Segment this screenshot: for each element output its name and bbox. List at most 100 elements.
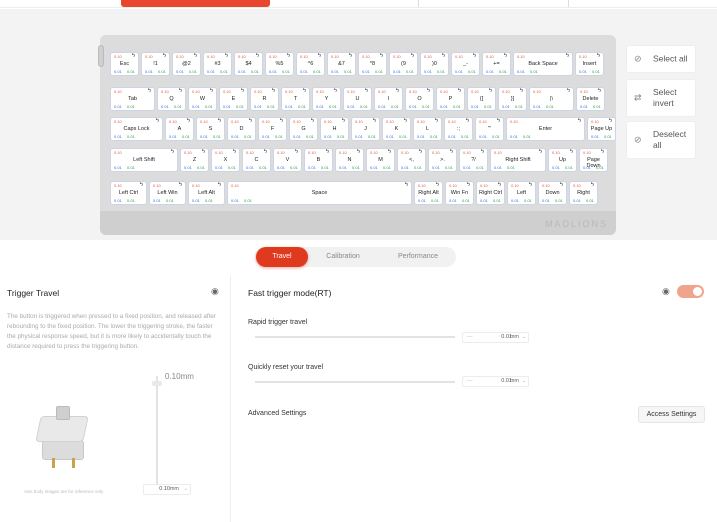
keyboard-notch bbox=[98, 45, 104, 67]
eye-icon[interactable]: ◉ bbox=[211, 286, 219, 297]
key[interactable]: 0.10 ϟ Right Ctrl 0.01 0.01 bbox=[476, 181, 505, 205]
key[interactable]: 0.10 ϟ |\ 0.01 0.01 bbox=[529, 87, 574, 111]
key[interactable]: 0.10 ϟ O 0.01 0.01 bbox=[405, 87, 434, 111]
key[interactable]: 0.10 ϟ _- 0.01 0.01 bbox=[451, 52, 480, 76]
key[interactable]: 0.10 ϟ L 0.01 0.01 bbox=[413, 117, 442, 141]
key[interactable]: 0.10 ϟ Left Shift 0.01 0.01 bbox=[110, 148, 178, 172]
key[interactable]: 0.10 ϟ !1 0.01 0.01 bbox=[141, 52, 170, 76]
key[interactable]: 0.10 ϟ F 0.01 0.01 bbox=[258, 117, 287, 141]
key[interactable]: 0.10 ϟ Page Down 0.01 0.01 bbox=[579, 148, 608, 172]
key-row: 0.10 ϟ Left Ctrl 0.01 0.01 0.10 ϟ Left Win 0.01 0… bbox=[110, 181, 610, 205]
key[interactable]: 0.10 ϟ M 0.01 0.01 bbox=[366, 148, 395, 172]
key[interactable]: 0.10 ϟ += 0.01 0.01 bbox=[482, 52, 511, 76]
key[interactable]: 0.10 ϟ I 0.01 0.01 bbox=[374, 87, 403, 111]
key[interactable]: 0.10 ϟ Left Alt 0.01 0.01 bbox=[188, 181, 225, 205]
key[interactable]: 0.10 ϟ J 0.01 0.01 bbox=[351, 117, 380, 141]
key[interactable]: 0.10 ϟ K 0.01 0.01 bbox=[382, 117, 411, 141]
key[interactable]: 0.10 ϟ Win Fn 0.01 0.01 bbox=[445, 181, 474, 205]
key-label: Space bbox=[311, 190, 328, 196]
key[interactable]: 0.10 ϟ Page Up 0.01 0.01 bbox=[587, 117, 616, 141]
key[interactable]: 0.10 ϟ Back Space 0.01 0.01 bbox=[513, 52, 573, 76]
bolt-icon: ϟ bbox=[131, 53, 135, 59]
deselect-all-button[interactable]: ⊘ Deselect all bbox=[626, 121, 696, 159]
rapid-trigger-input[interactable]: — 0.01 mm ⌄ bbox=[462, 332, 529, 343]
key-label: !1 bbox=[153, 61, 158, 67]
key[interactable]: 0.10 ϟ @2 0.01 0.01 bbox=[172, 52, 201, 76]
key-label: Esc bbox=[119, 61, 130, 67]
travel-slider-track[interactable] bbox=[156, 376, 158, 484]
key[interactable]: 0.10 ϟ Right 0.01 0.01 bbox=[569, 181, 598, 205]
travel-slider-handle[interactable] bbox=[152, 381, 162, 386]
key[interactable]: 0.10 ϟ:; 0.01 0.01 bbox=[444, 117, 473, 141]
key[interactable]: 0.10 ϟ V 0.01 0.01 bbox=[273, 148, 302, 172]
bolt-icon: ϟ bbox=[449, 149, 453, 155]
key[interactable]: 0.10 ϟ B 0.01 0.01 bbox=[304, 148, 333, 172]
key[interactable]: 0.10 ϟ{[0.01 0.01 bbox=[467, 87, 496, 111]
access-settings-button[interactable]: Access Settings bbox=[638, 406, 705, 423]
key[interactable]: 0.10 ϟ &7 0.01 0.01 bbox=[327, 52, 356, 76]
key[interactable]: 0.10 ϟ P 0.01 0.01 bbox=[436, 87, 465, 111]
key[interactable]: 0.10 ϟ E 0.01 0.01 bbox=[219, 87, 248, 111]
key[interactable]: 0.10 ϟ "' 0.01 0.01 bbox=[475, 117, 504, 141]
key[interactable]: 0.10 ϟ Right Shift 0.01 0.01 bbox=[490, 148, 546, 172]
key[interactable]: 0.10 ϟ Left 0.01 0.01 bbox=[507, 181, 536, 205]
key[interactable]: 0.10 ϟ Caps Lock 0.01 0.01 bbox=[110, 117, 163, 141]
key[interactable]: 0.10 ϟ Down 0.01 0.01 bbox=[538, 181, 567, 205]
travel-value-input[interactable]: 0.10 mm ⌄ bbox=[143, 484, 191, 495]
tab-calibration[interactable]: Calibration bbox=[313, 247, 373, 267]
select-all-button[interactable]: ⊘ Select all bbox=[626, 45, 696, 73]
select-invert-button[interactable]: ⇄ Select invert bbox=[626, 79, 696, 117]
key[interactable]: 0.10 ϟ Tab 0.01 0.01 bbox=[110, 87, 155, 111]
key[interactable]: 0.10 ϟ N 0.01 0.01 bbox=[335, 148, 364, 172]
key[interactable]: 0.10 ϟ (9 0.01 0.01 bbox=[389, 52, 418, 76]
key[interactable]: 0.10 ϟ Space 0.01 0.01 bbox=[227, 181, 412, 205]
key[interactable]: 0.10 ϟ G 0.01 0.01 bbox=[289, 117, 318, 141]
key[interactable]: 0.10 ϟ Z 0.01 0.01 bbox=[180, 148, 209, 172]
key[interactable]: 0.10 ϟ Enter 0.01 0.01 bbox=[506, 117, 585, 141]
key-label: U bbox=[355, 96, 360, 102]
key[interactable]: 0.10 ϟ Esc 0.01 0.01 bbox=[110, 52, 139, 76]
bolt-icon: ϟ bbox=[186, 118, 190, 124]
key[interactable]: 0.10 ϟ >. 0.01 0.01 bbox=[428, 148, 457, 172]
tab-travel[interactable]: Travel bbox=[256, 247, 308, 267]
key[interactable]: 0.10 ϟ Y 0.01 0.01 bbox=[312, 87, 341, 111]
key[interactable]: 0.10 ϟ %5 0.01 0.01 bbox=[265, 52, 294, 76]
key-label: N bbox=[347, 157, 352, 163]
key-label: ^6 bbox=[307, 61, 314, 67]
key[interactable]: 0.10 ϟ Up 0.01 0.01 bbox=[548, 148, 577, 172]
key-label: Z bbox=[192, 157, 197, 163]
key[interactable]: 0.10 ϟ}] 0.01 0.01 bbox=[498, 87, 527, 111]
bolt-icon: ϟ bbox=[608, 118, 612, 124]
key[interactable]: 0.10 ϟ S 0.01 0.01 bbox=[196, 117, 225, 141]
key[interactable]: 0.10 ϟ $4 0.01 0.01 bbox=[234, 52, 263, 76]
key[interactable]: 0.10 ϟ X 0.01 0.01 bbox=[211, 148, 240, 172]
key[interactable]: 0.10 ϟ *8 0.01 0.01 bbox=[358, 52, 387, 76]
key[interactable]: 0.10 ϟ <, 0.01 0.01 bbox=[397, 148, 426, 172]
reset-travel-input[interactable]: — 0.01 mm ⌄ bbox=[462, 376, 529, 387]
key[interactable]: 0.10 ϟ C 0.01 0.01 bbox=[242, 148, 271, 172]
active-nav-tab[interactable] bbox=[121, 0, 270, 7]
key[interactable]: 0.10 ϟ U 0.01 0.01 bbox=[343, 87, 372, 111]
rt-toggle[interactable] bbox=[677, 285, 704, 298]
eye-icon[interactable]: ◉ bbox=[662, 286, 670, 297]
key[interactable]: 0.10 ϟ W 0.01 0.01 bbox=[188, 87, 217, 111]
reset-travel-slider[interactable] bbox=[255, 381, 455, 383]
key[interactable]: 0.10 ϟ D 0.01 0.01 bbox=[227, 117, 256, 141]
rapid-trigger-slider[interactable] bbox=[255, 336, 455, 338]
key[interactable]: 0.10 ϟ)0 0.01 0.01 bbox=[420, 52, 449, 76]
tab-performance[interactable]: Performance bbox=[385, 247, 451, 267]
key[interactable]: 0.10 ϟ Insert 0.01 0.01 bbox=[575, 52, 604, 76]
key[interactable]: 0.10 ϟ Right Alt 0.01 0.01 bbox=[414, 181, 443, 205]
key[interactable]: 0.10 ϟ ?/0.01 0.01 bbox=[459, 148, 488, 172]
key[interactable]: 0.10 ϟ Q 0.01 0.01 bbox=[157, 87, 186, 111]
key[interactable]: 0.10 ϟ Left Win 0.01 0.01 bbox=[149, 181, 186, 205]
key-label: %5 bbox=[275, 61, 284, 67]
key[interactable]: 0.10 ϟ ^6 0.01 0.01 bbox=[296, 52, 325, 76]
key[interactable]: 0.10 ϟ T 0.01 0.01 bbox=[281, 87, 310, 111]
key[interactable]: 0.10 ϟ A 0.01 0.01 bbox=[165, 117, 194, 141]
key[interactable]: 0.10 ϟ Left Ctrl 0.01 0.01 bbox=[110, 181, 147, 205]
key[interactable]: 0.10 ϟ H 0.01 0.01 bbox=[320, 117, 349, 141]
key[interactable]: 0.10 ϟ #3 0.01 0.01 bbox=[203, 52, 232, 76]
key[interactable]: 0.10 ϟ Delete 0.01 0.01 bbox=[576, 87, 605, 111]
key[interactable]: 0.10 ϟ R 0.01 0.01 bbox=[250, 87, 279, 111]
